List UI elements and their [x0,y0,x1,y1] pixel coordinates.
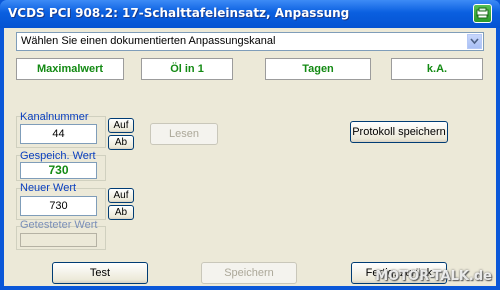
kanal-input[interactable]: 44 [20,124,97,144]
green-app-icon [476,7,489,19]
kanal-label: Kanalnummer [20,111,89,123]
neuer-up-button[interactable]: Auf [108,188,134,203]
lesen-button[interactable]: Lesen [150,123,218,145]
value-box-2: Öl in 1 [141,58,233,80]
value-box-3: Tagen [265,58,371,80]
value-box-1: Maximalwert [16,58,124,80]
neuer-down-button[interactable]: Ab [108,205,134,220]
gespeich-value: 730 [20,162,97,179]
client-area: Wählen Sie einen dokumentierten Anpassun… [4,28,496,286]
getestet-label: Getesteter Wert [20,219,98,231]
app-window: VCDS PCI 908.2: 17-Schalttafeleinsatz, A… [0,0,500,290]
channel-dropdown[interactable]: Wählen Sie einen dokumentierten Anpassun… [16,32,484,51]
value-box-4: k.A. [391,58,483,80]
test-button[interactable]: Test [52,262,148,284]
window-app-icon[interactable] [473,4,492,23]
gespeich-label: Gespeich. Wert [20,150,96,162]
getestet-value [20,233,97,247]
kanal-up-button[interactable]: Auf [108,118,134,133]
speichern-button[interactable]: Speichern [201,262,297,284]
kanal-down-button[interactable]: Ab [108,135,134,150]
protokoll-speichern-button[interactable]: Protokoll speichern [350,121,448,143]
title-bar[interactable]: VCDS PCI 908.2: 17-Schalttafeleinsatz, A… [0,0,500,28]
channel-dropdown-value: Wählen Sie einen dokumentierten Anpassun… [21,35,276,47]
watermark: MOTOR-TALK.de [375,269,492,284]
neuer-label: Neuer Wert [20,182,77,194]
chevron-down-icon[interactable] [467,34,482,49]
window-title: VCDS PCI 908.2: 17-Schalttafeleinsatz, A… [8,6,350,20]
neuer-input[interactable]: 730 [20,196,97,216]
